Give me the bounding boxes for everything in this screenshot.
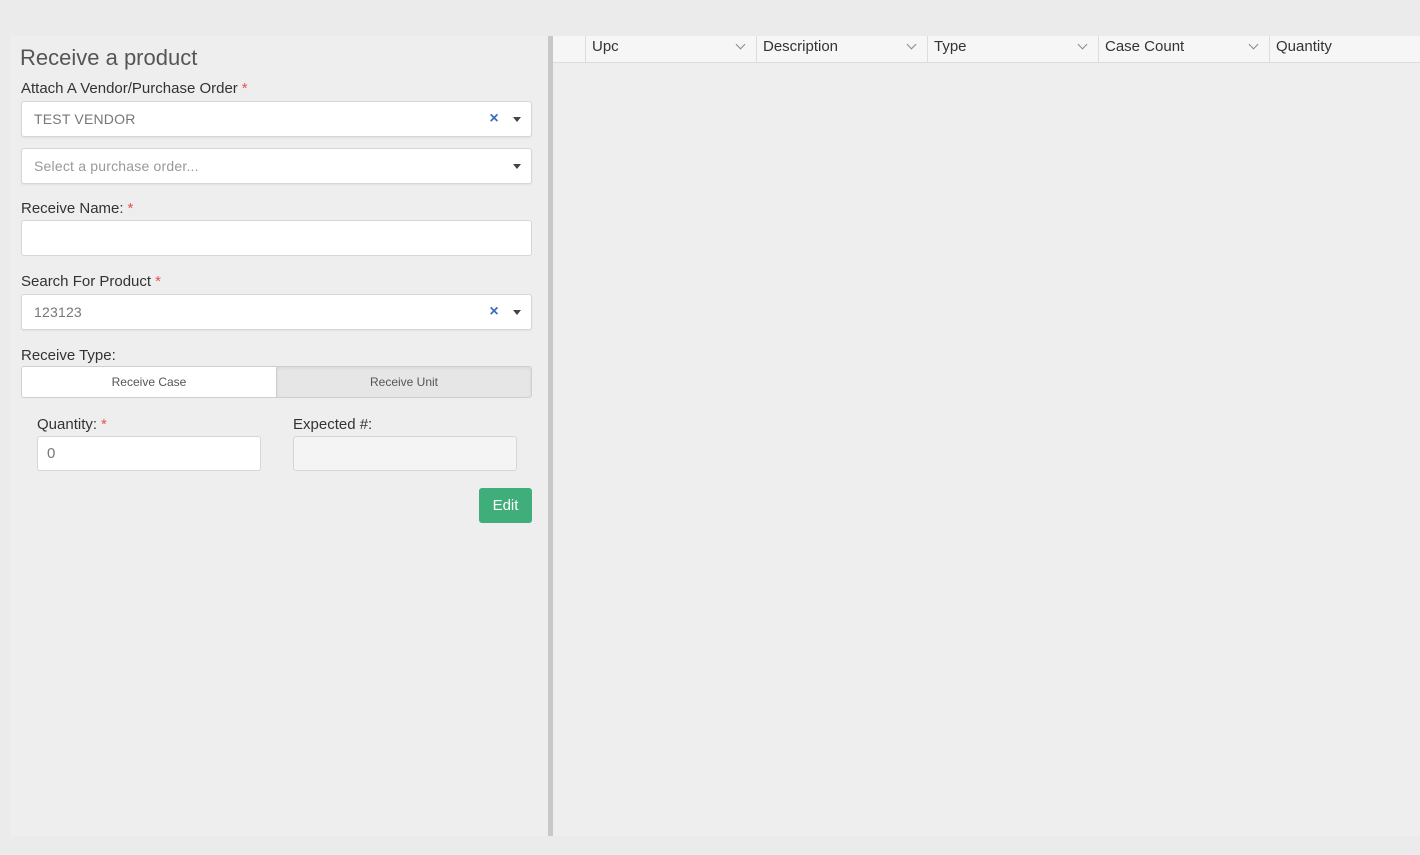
column-header-description[interactable]: Description	[757, 36, 928, 62]
receive-unit-button[interactable]: Receive Unit	[276, 367, 531, 397]
search-product-label: Search For Product *	[21, 273, 161, 290]
chevron-down-icon[interactable]	[735, 39, 746, 50]
receive-type-toggle: Receive Case Receive Unit	[21, 366, 532, 398]
column-header-label: Case Count	[1105, 38, 1185, 55]
quantity-label: Quantity: *	[37, 416, 107, 433]
caret-down-icon[interactable]	[513, 310, 521, 315]
required-mark: *	[101, 416, 107, 433]
purchase-order-placeholder: Select a purchase order...	[34, 158, 199, 174]
receive-name-label-text: Receive Name:	[21, 200, 124, 217]
vendor-select[interactable]: TEST VENDOR ×	[21, 101, 532, 137]
vendor-select-value: TEST VENDOR	[34, 111, 136, 127]
column-header-label: Quantity	[1276, 38, 1332, 55]
caret-down-icon[interactable]	[513, 117, 521, 122]
required-mark: *	[155, 273, 161, 290]
chevron-down-icon[interactable]	[1077, 39, 1088, 50]
search-product-value: 123123	[34, 304, 82, 320]
column-header-quantity[interactable]: Quantity	[1270, 36, 1419, 62]
required-mark: *	[241, 80, 248, 97]
panel-title: Receive a product	[20, 45, 198, 70]
receive-name-input[interactable]	[21, 220, 532, 256]
clear-icon[interactable]: ×	[487, 303, 501, 321]
required-mark: *	[127, 200, 134, 217]
caret-down-icon[interactable]	[513, 164, 521, 169]
receive-product-panel: Receive a product Attach A Vendor/Purcha…	[10, 36, 548, 836]
column-header-case-count[interactable]: Case Count	[1099, 36, 1270, 62]
app-window: Receive a product Attach A Vendor/Purcha…	[0, 0, 1420, 855]
receive-type-label: Receive Type:	[21, 347, 116, 364]
vendor-label-text: Attach A Vendor/Purchase Order	[21, 80, 238, 97]
column-header-label: Description	[763, 38, 839, 55]
expected-label: Expected #:	[293, 416, 373, 433]
clear-icon[interactable]: ×	[487, 110, 501, 128]
receive-case-button[interactable]: Receive Case	[22, 367, 276, 397]
column-header-type[interactable]: Type	[928, 36, 1099, 62]
column-header-label: Upc	[592, 38, 619, 55]
expected-input	[293, 436, 517, 471]
column-header-upc[interactable]: Upc	[586, 36, 757, 62]
chevron-down-icon[interactable]	[1248, 39, 1259, 50]
purchase-order-select[interactable]: Select a purchase order...	[21, 148, 532, 184]
quantity-label-text: Quantity:	[37, 416, 98, 433]
chevron-down-icon[interactable]	[906, 39, 917, 50]
receive-name-label: Receive Name: *	[21, 200, 133, 217]
search-product-label-text: Search For Product	[21, 273, 152, 290]
product-grid: Upc Description Type Case Count Quantity	[553, 36, 1420, 836]
edit-button[interactable]: Edit	[479, 488, 532, 523]
grid-select-column[interactable]	[553, 36, 586, 62]
vendor-label: Attach A Vendor/Purchase Order *	[21, 80, 248, 97]
column-header-label: Type	[934, 38, 967, 55]
search-product-select[interactable]: 123123 ×	[21, 294, 532, 330]
grid-header: Upc Description Type Case Count Quantity	[553, 36, 1420, 63]
quantity-input[interactable]	[37, 436, 261, 471]
